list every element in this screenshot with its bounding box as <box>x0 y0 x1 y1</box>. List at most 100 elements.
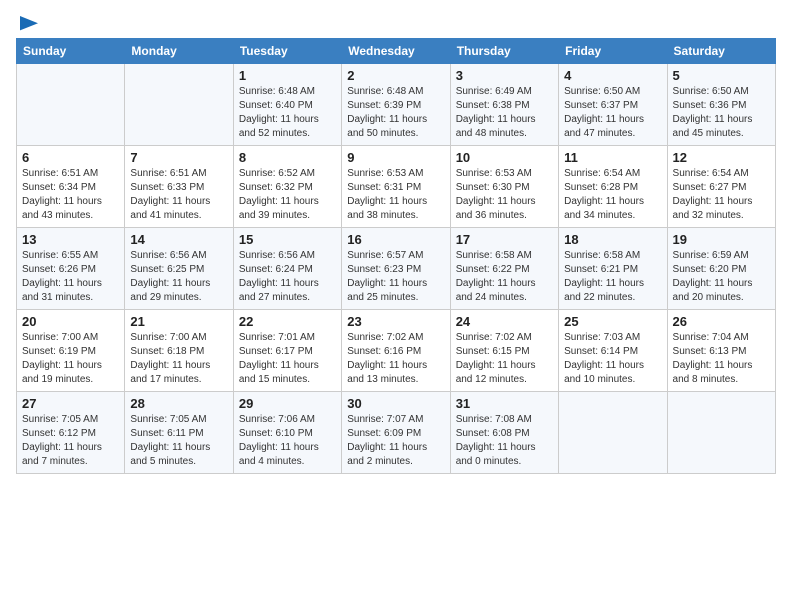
weekday-header-sunday: Sunday <box>17 39 125 64</box>
calendar-cell: 30 Sunrise: 7:07 AMSunset: 6:09 PMDayligh… <box>342 392 450 474</box>
weekday-header-monday: Monday <box>125 39 233 64</box>
calendar-cell <box>125 64 233 146</box>
day-number: 26 <box>673 314 770 329</box>
day-info: Sunrise: 6:52 AMSunset: 6:32 PMDaylight:… <box>239 167 336 223</box>
calendar-cell: 10 Sunrise: 6:53 AMSunset: 6:30 PMDayligh… <box>450 146 558 228</box>
calendar-table: SundayMondayTuesdayWednesdayThursdayFrid… <box>16 38 776 474</box>
day-info: Sunrise: 6:58 AMSunset: 6:22 PMDaylight:… <box>456 249 553 305</box>
day-info: Sunrise: 6:48 AMSunset: 6:39 PMDaylight:… <box>347 85 444 141</box>
calendar-cell: 14 Sunrise: 6:56 AMSunset: 6:25 PMDayligh… <box>125 228 233 310</box>
calendar-cell: 22Sunrise: 7:01 AMSunset: 6:17 PMDayligh… <box>233 310 341 392</box>
calendar-cell: 20 Sunrise: 7:00 AMSunset: 6:19 PMDayligh… <box>17 310 125 392</box>
day-info: Sunrise: 6:53 AMSunset: 6:31 PMDaylight:… <box>347 167 444 223</box>
day-info: Sunrise: 6:54 AMSunset: 6:27 PMDaylight:… <box>673 167 770 223</box>
day-number: 2 <box>347 68 444 83</box>
calendar-cell: 5Sunrise: 6:50 AMSunset: 6:36 PMDaylight… <box>667 64 775 146</box>
day-info: Sunrise: 6:50 AMSunset: 6:37 PMDaylight:… <box>564 85 661 141</box>
day-number: 4 <box>564 68 661 83</box>
day-info: Sunrise: 7:07 AMSunset: 6:09 PMDaylight:… <box>347 413 444 469</box>
day-info: Sunrise: 6:57 AMSunset: 6:23 PMDaylight:… <box>347 249 444 305</box>
calendar-cell: 26 Sunrise: 7:04 AMSunset: 6:13 PMDayligh… <box>667 310 775 392</box>
day-number: 30 <box>347 396 444 411</box>
day-number: 24 <box>456 314 553 329</box>
day-number: 1 <box>239 68 336 83</box>
calendar-cell: 2 Sunrise: 6:48 AMSunset: 6:39 PMDaylight… <box>342 64 450 146</box>
calendar-cell: 31 Sunrise: 7:08 AMSunset: 6:08 PMDayligh… <box>450 392 558 474</box>
day-number: 23 <box>347 314 444 329</box>
weekday-header-thursday: Thursday <box>450 39 558 64</box>
day-info: Sunrise: 7:02 AMSunset: 6:15 PMDaylight:… <box>456 331 553 387</box>
day-number: 31 <box>456 396 553 411</box>
calendar-cell: 19 Sunrise: 6:59 AMSunset: 6:20 PMDayligh… <box>667 228 775 310</box>
calendar-cell: 18 Sunrise: 6:58 AMSunset: 6:21 PMDayligh… <box>559 228 667 310</box>
calendar-cell: 29 Sunrise: 7:06 AMSunset: 6:10 PMDayligh… <box>233 392 341 474</box>
day-number: 13 <box>22 232 119 247</box>
day-number: 28 <box>130 396 227 411</box>
calendar-cell: 15Sunrise: 6:56 AMSunset: 6:24 PMDayligh… <box>233 228 341 310</box>
day-number: 9 <box>347 150 444 165</box>
calendar-cell: 4 Sunrise: 6:50 AMSunset: 6:37 PMDaylight… <box>559 64 667 146</box>
calendar-cell: 13 Sunrise: 6:55 AMSunset: 6:26 PMDayligh… <box>17 228 125 310</box>
day-number: 22 <box>239 314 336 329</box>
day-number: 17 <box>456 232 553 247</box>
day-number: 16 <box>347 232 444 247</box>
weekday-header-tuesday: Tuesday <box>233 39 341 64</box>
day-info: Sunrise: 7:00 AMSunset: 6:19 PMDaylight:… <box>22 331 119 387</box>
calendar-cell <box>17 64 125 146</box>
day-number: 18 <box>564 232 661 247</box>
day-info: Sunrise: 6:59 AMSunset: 6:20 PMDaylight:… <box>673 249 770 305</box>
calendar-cell: 8 Sunrise: 6:52 AMSunset: 6:32 PMDaylight… <box>233 146 341 228</box>
day-number: 25 <box>564 314 661 329</box>
day-info: Sunrise: 6:49 AMSunset: 6:38 PMDaylight:… <box>456 85 553 141</box>
day-info: Sunrise: 6:48 AMSunset: 6:40 PMDaylight:… <box>239 85 336 141</box>
logo <box>16 16 40 30</box>
day-number: 21 <box>130 314 227 329</box>
calendar-cell: 6Sunrise: 6:51 AMSunset: 6:34 PMDaylight… <box>17 146 125 228</box>
day-number: 29 <box>239 396 336 411</box>
day-info: Sunrise: 6:53 AMSunset: 6:30 PMDaylight:… <box>456 167 553 223</box>
day-number: 3 <box>456 68 553 83</box>
calendar-cell <box>667 392 775 474</box>
day-number: 11 <box>564 150 661 165</box>
calendar-cell: 23 Sunrise: 7:02 AMSunset: 6:16 PMDayligh… <box>342 310 450 392</box>
logo-flag-icon <box>18 16 40 34</box>
day-info: Sunrise: 6:56 AMSunset: 6:25 PMDaylight:… <box>130 249 227 305</box>
calendar-cell: 25 Sunrise: 7:03 AMSunset: 6:14 PMDayligh… <box>559 310 667 392</box>
calendar-cell: 21 Sunrise: 7:00 AMSunset: 6:18 PMDayligh… <box>125 310 233 392</box>
calendar-cell <box>559 392 667 474</box>
day-number: 20 <box>22 314 119 329</box>
calendar-cell: 24 Sunrise: 7:02 AMSunset: 6:15 PMDayligh… <box>450 310 558 392</box>
day-number: 12 <box>673 150 770 165</box>
day-info: Sunrise: 7:05 AMSunset: 6:12 PMDaylight:… <box>22 413 119 469</box>
day-number: 19 <box>673 232 770 247</box>
day-info: Sunrise: 6:54 AMSunset: 6:28 PMDaylight:… <box>564 167 661 223</box>
day-info: Sunrise: 6:51 AMSunset: 6:33 PMDaylight:… <box>130 167 227 223</box>
weekday-header-saturday: Saturday <box>667 39 775 64</box>
day-info: Sunrise: 6:58 AMSunset: 6:21 PMDaylight:… <box>564 249 661 305</box>
day-info: Sunrise: 7:08 AMSunset: 6:08 PMDaylight:… <box>456 413 553 469</box>
calendar-cell: 27Sunrise: 7:05 AMSunset: 6:12 PMDayligh… <box>17 392 125 474</box>
calendar-cell: 9 Sunrise: 6:53 AMSunset: 6:31 PMDaylight… <box>342 146 450 228</box>
day-info: Sunrise: 7:04 AMSunset: 6:13 PMDaylight:… <box>673 331 770 387</box>
calendar-cell: 12 Sunrise: 6:54 AMSunset: 6:27 PMDayligh… <box>667 146 775 228</box>
calendar-cell: 17 Sunrise: 6:58 AMSunset: 6:22 PMDayligh… <box>450 228 558 310</box>
day-number: 10 <box>456 150 553 165</box>
weekday-header-friday: Friday <box>559 39 667 64</box>
day-info: Sunrise: 7:02 AMSunset: 6:16 PMDaylight:… <box>347 331 444 387</box>
calendar-cell: 1 Sunrise: 6:48 AMSunset: 6:40 PMDaylight… <box>233 64 341 146</box>
day-number: 8 <box>239 150 336 165</box>
day-number: 7 <box>130 150 227 165</box>
day-number: 6 <box>22 150 119 165</box>
day-info: Sunrise: 7:03 AMSunset: 6:14 PMDaylight:… <box>564 331 661 387</box>
calendar-cell: 3 Sunrise: 6:49 AMSunset: 6:38 PMDaylight… <box>450 64 558 146</box>
calendar-cell: 16 Sunrise: 6:57 AMSunset: 6:23 PMDayligh… <box>342 228 450 310</box>
day-number: 15 <box>239 232 336 247</box>
day-info: Sunrise: 6:55 AMSunset: 6:26 PMDaylight:… <box>22 249 119 305</box>
day-info: Sunrise: 7:00 AMSunset: 6:18 PMDaylight:… <box>130 331 227 387</box>
day-number: 14 <box>130 232 227 247</box>
day-info: Sunrise: 6:50 AMSunset: 6:36 PMDaylight:… <box>673 85 770 141</box>
page-header <box>16 16 776 30</box>
weekday-header-wednesday: Wednesday <box>342 39 450 64</box>
day-info: Sunrise: 7:06 AMSunset: 6:10 PMDaylight:… <box>239 413 336 469</box>
calendar-cell: 28Sunrise: 7:05 AMSunset: 6:11 PMDayligh… <box>125 392 233 474</box>
